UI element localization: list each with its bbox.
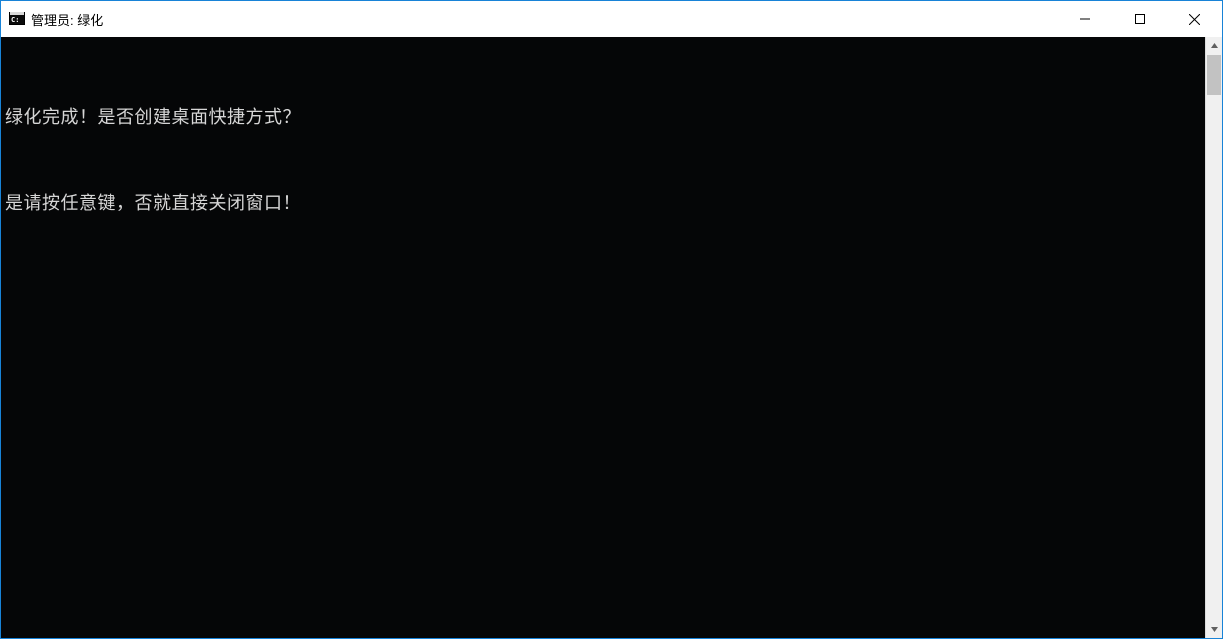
console-window: C: 管理员: 绿化 绿化完成！是否创建桌面快捷方式？ 是请按任意键，否就直接关… xyxy=(0,0,1223,639)
window-title: 管理员: 绿化 xyxy=(31,10,103,29)
console-output[interactable]: 绿化完成！是否创建桌面快捷方式？ 是请按任意键，否就直接关闭窗口！ xyxy=(1,37,1205,638)
cmd-icon: C: xyxy=(9,11,25,27)
scroll-thumb[interactable] xyxy=(1207,55,1221,95)
console-line: 绿化完成！是否创建桌面快捷方式？ xyxy=(5,106,1201,130)
vertical-scrollbar[interactable] xyxy=(1205,37,1222,638)
client-area: 绿化完成！是否创建桌面快捷方式？ 是请按任意键，否就直接关闭窗口！ xyxy=(1,37,1222,638)
window-controls xyxy=(1057,1,1222,37)
maximize-button[interactable] xyxy=(1112,1,1167,37)
titlebar[interactable]: C: 管理员: 绿化 xyxy=(1,1,1222,37)
close-button[interactable] xyxy=(1167,1,1222,37)
minimize-button[interactable] xyxy=(1057,1,1112,37)
console-line: 是请按任意键，否就直接关闭窗口！ xyxy=(5,192,1201,216)
svg-text:C:: C: xyxy=(11,16,19,24)
scroll-down-arrow-icon[interactable] xyxy=(1206,621,1222,638)
scroll-up-arrow-icon[interactable] xyxy=(1206,37,1222,54)
